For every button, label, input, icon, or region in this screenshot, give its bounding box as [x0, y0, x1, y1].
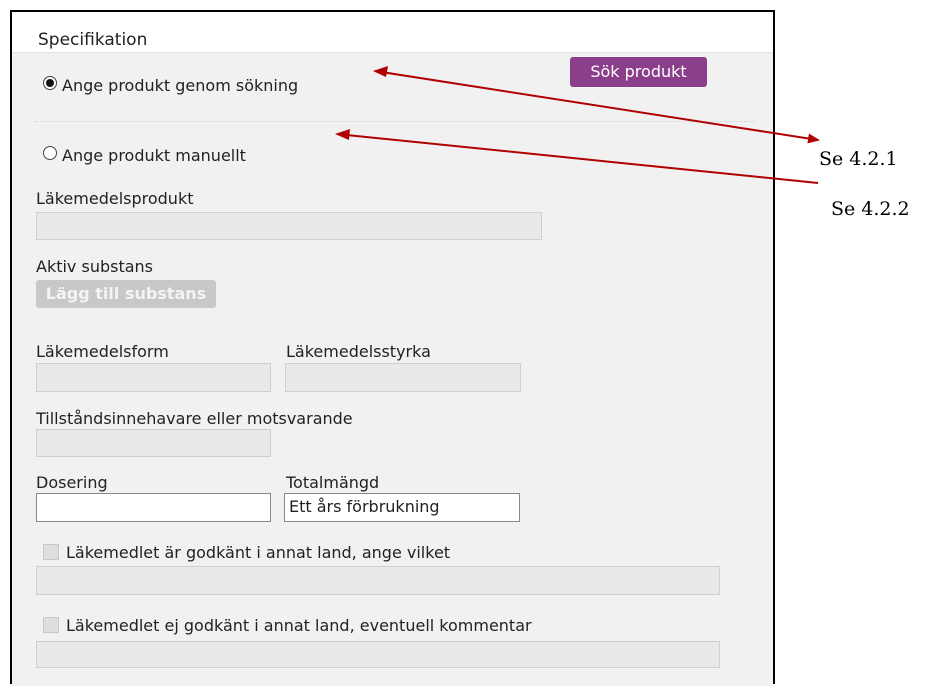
ej-godkant-checkbox[interactable] — [43, 617, 59, 633]
ej-godkant-kommentar-input[interactable] — [36, 641, 720, 668]
separator — [35, 121, 755, 122]
dosering-label: Dosering — [36, 473, 108, 492]
annotation-se-4-2-1: Se 4.2.1 — [819, 148, 898, 170]
lakemedelsprodukt-label: Läkemedelsprodukt — [36, 189, 194, 208]
radio-search-label[interactable]: Ange produkt genom sökning — [62, 76, 298, 95]
godkant-checkbox-label[interactable]: Läkemedlet är godkänt i annat land, ange… — [66, 543, 450, 562]
search-product-button[interactable]: Sök produkt — [570, 57, 707, 87]
radio-selected-dot — [46, 79, 54, 87]
ej-godkant-checkbox-label[interactable]: Läkemedlet ej godkänt i annat land, even… — [66, 616, 532, 635]
lakemedelsprodukt-input[interactable] — [36, 212, 542, 240]
dosering-input[interactable] — [36, 493, 271, 522]
radio-manual[interactable] — [43, 146, 57, 160]
lakemedelsstyrka-input[interactable] — [285, 363, 521, 392]
radio-manual-label[interactable]: Ange produkt manuellt — [62, 146, 246, 165]
lakemedelsstyrka-label: Läkemedelsstyrka — [286, 342, 431, 361]
totalmangd-input[interactable]: Ett års förbrukning — [284, 493, 520, 522]
lakemedelsform-label: Läkemedelsform — [36, 342, 169, 361]
aktiv-substans-label: Aktiv substans — [36, 257, 154, 276]
panel-title: Specifikation — [38, 30, 148, 50]
panel-header: Specifikation — [12, 12, 773, 53]
add-substance-button[interactable]: Lägg till substans — [36, 280, 216, 308]
annotation-se-4-2-2: Se 4.2.2 — [831, 198, 910, 220]
lakemedelsform-input[interactable] — [36, 363, 271, 392]
tillstand-label: Tillståndsinnehavare eller motsvarande — [36, 409, 353, 428]
radio-search[interactable] — [43, 76, 57, 90]
godkant-checkbox[interactable] — [43, 544, 59, 560]
tillstand-input[interactable] — [36, 429, 271, 457]
totalmangd-label: Totalmängd — [286, 473, 380, 492]
godkant-land-input[interactable] — [36, 566, 720, 595]
